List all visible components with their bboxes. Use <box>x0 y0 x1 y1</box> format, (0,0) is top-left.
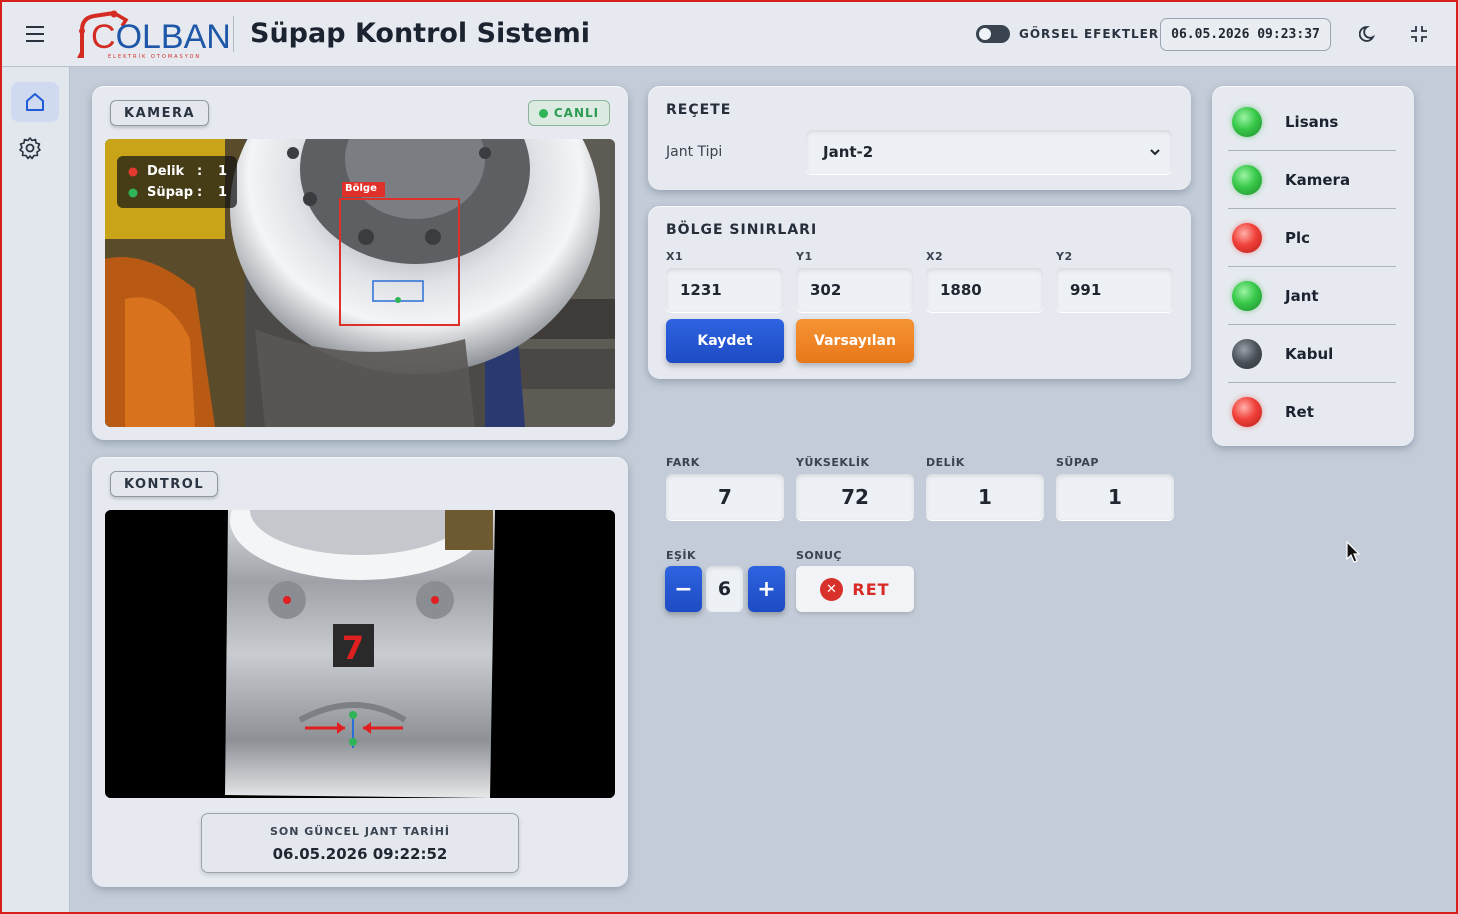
result-badge: ✕ RET <box>796 566 914 612</box>
x1-label: X1 <box>666 250 684 263</box>
threshold-decrement-button[interactable]: − <box>665 566 702 612</box>
reject-x-icon: ✕ <box>820 577 844 601</box>
save-button[interactable]: Kaydet <box>666 319 784 363</box>
status-name: Ret <box>1285 403 1314 421</box>
status-led-icon <box>1232 165 1262 195</box>
threshold-increment-button[interactable]: + <box>748 566 785 612</box>
page-title: Süpap Kontrol Sistemi <box>250 18 590 49</box>
threshold-value: 6 <box>706 566 743 612</box>
valve-overlay-label: Süpap <box>147 185 194 200</box>
rim-type-label: Jant Tipi <box>666 144 723 160</box>
control-image: 7 <box>105 510 615 798</box>
status-led-icon <box>1232 339 1262 369</box>
valve-overlay-value: 1 <box>218 185 228 200</box>
x1-input[interactable]: 1231 <box>666 268 783 312</box>
region-overlay-label: Bölge <box>345 183 377 194</box>
company-logo: COLBAN ELEKTRİK OTOMASYON <box>74 10 231 60</box>
diff-label: FARK <box>666 456 700 469</box>
hole-value: 1 <box>926 474 1044 520</box>
status-name: Plc <box>1285 229 1311 247</box>
status-name: Lisans <box>1285 113 1339 131</box>
valve-value: 1 <box>1056 474 1174 520</box>
hole-overlay-label: Delik <box>147 164 185 179</box>
diff-value: 7 <box>666 474 784 520</box>
x2-input[interactable]: 1880 <box>926 268 1043 312</box>
sidebar <box>0 67 70 914</box>
rim-type-select[interactable]: Jant-2 <box>806 130 1172 174</box>
default-button[interactable]: Varsayılan <box>796 319 914 363</box>
y1-label: Y1 <box>796 250 813 263</box>
status-led-icon <box>1232 397 1262 427</box>
height-value: 72 <box>796 474 914 520</box>
status-led-icon <box>1232 107 1262 137</box>
last-rim-date-label: SON GÜNCEL JANT TARİHİ <box>269 825 451 838</box>
live-badge: CANLI <box>528 100 610 126</box>
x2-label: X2 <box>926 250 944 263</box>
chevron-down-icon <box>1150 149 1160 156</box>
y1-input[interactable]: 302 <box>796 268 913 312</box>
last-rim-date-box: SON GÜNCEL JANT TARİHİ 06.05.2026 09:22:… <box>201 813 519 873</box>
result-label: SONUÇ <box>796 549 842 562</box>
y2-input[interactable]: 991 <box>1056 268 1173 312</box>
status-row-kabul: Kabul <box>1228 325 1396 383</box>
threshold-label: EŞİK <box>666 549 697 562</box>
hole-overlay-value: 1 <box>218 164 228 179</box>
camera-label: KAMERA <box>110 100 210 126</box>
status-row-kamera: Kamera <box>1228 151 1396 209</box>
sidebar-item-home[interactable] <box>11 82 59 122</box>
rim-type-value: Jant-2 <box>823 143 874 161</box>
valve-label: SÜPAP <box>1056 456 1099 469</box>
diff-marker-text: 7 <box>342 629 364 667</box>
header-divider <box>233 16 234 52</box>
y2-label: Y2 <box>1056 250 1073 263</box>
status-row-lisans: Lisans <box>1228 93 1396 151</box>
home-icon <box>26 93 44 111</box>
hole-label: DELİK <box>926 456 965 469</box>
last-rim-date-value: 06.05.2026 09:22:52 <box>272 845 448 863</box>
status-led-icon <box>1232 223 1262 253</box>
live-label: CANLI <box>553 106 600 120</box>
control-label: KONTROL <box>110 471 219 497</box>
hamburger-menu-icon[interactable] <box>26 26 50 44</box>
gear-icon[interactable] <box>17 135 43 161</box>
live-dot-icon <box>538 108 548 118</box>
status-name: Kabul <box>1285 345 1334 363</box>
visual-effects-toggle[interactable] <box>976 25 1010 43</box>
status-led-icon <box>1232 281 1262 311</box>
moon-icon[interactable] <box>1359 24 1379 44</box>
region-limits-title: BÖLGE SINIRLARI <box>666 222 818 238</box>
current-datetime: 06.05.2026 09:23:37 <box>1160 18 1331 51</box>
exit-fullscreen-icon[interactable] <box>1409 24 1429 44</box>
top-bar: COLBAN ELEKTRİK OTOMASYON Süpap Kontrol … <box>0 0 1458 67</box>
visual-effects-label: GÖRSEL EFEKTLER <box>1019 27 1160 41</box>
height-label: YÜKSEKLİK <box>796 456 870 469</box>
status-name: Jant <box>1285 287 1319 305</box>
recipe-title: REÇETE <box>666 102 732 118</box>
status-row-jant: Jant <box>1228 267 1396 325</box>
mouse-cursor-icon <box>1346 541 1361 563</box>
camera-feed-image: Delik : 1 Süpap : 1 Bölge <box>105 139 615 427</box>
status-row-ret: Ret <box>1228 383 1396 441</box>
status-row-plc: Plc <box>1228 209 1396 267</box>
status-name: Kamera <box>1285 171 1351 189</box>
result-value: RET <box>852 579 890 599</box>
